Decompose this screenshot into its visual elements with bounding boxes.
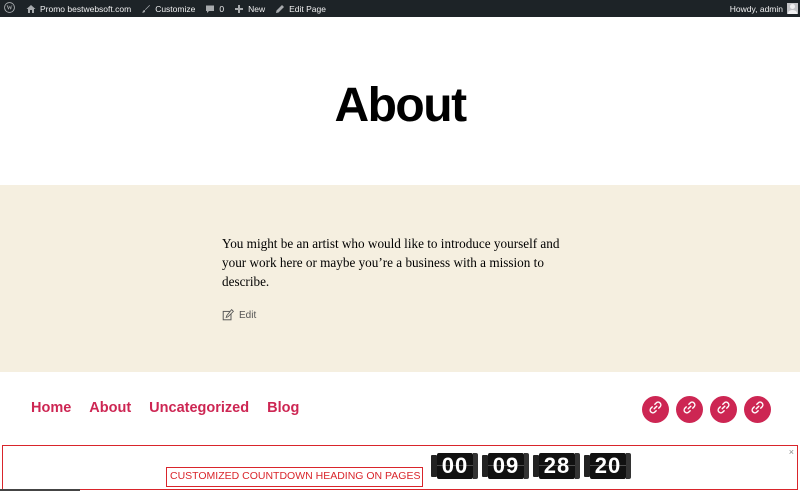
comment-icon <box>205 4 215 14</box>
countdown-hours: 09 <box>482 453 529 479</box>
social-link-3[interactable] <box>710 396 737 423</box>
social-menu <box>642 396 771 423</box>
comments-menu[interactable]: 0 <box>200 0 229 17</box>
edit-post-link[interactable]: Edit <box>222 309 256 321</box>
countdown-seconds-value: 20 <box>590 453 626 479</box>
edit-icon <box>222 309 234 321</box>
footer-nav-uncategorized[interactable]: Uncategorized <box>149 400 249 416</box>
customize-menu[interactable]: Customize <box>136 0 200 17</box>
wordpress-logo-menu[interactable]: W <box>0 0 21 17</box>
edit-page-menu[interactable]: Edit Page <box>270 0 331 17</box>
flip-shadow <box>524 453 529 479</box>
countdown-minutes: 28 <box>533 453 580 479</box>
admin-bar: W Promo bestwebsoft.com Customize 0 New … <box>0 0 800 17</box>
countdown-days-value: 00 <box>437 453 473 479</box>
countdown-bar: × CUSTOMIZED COUNTDOWN HEADING ON PAGES … <box>2 445 798 490</box>
svg-text:W: W <box>6 6 12 12</box>
avatar <box>787 3 798 14</box>
countdown-hours-value: 09 <box>488 453 524 479</box>
divider <box>0 489 80 491</box>
my-account-menu[interactable]: Howdy, admin <box>725 0 800 17</box>
close-icon[interactable]: × <box>789 447 794 457</box>
countdown-seconds: 20 <box>584 453 631 479</box>
edit-page-label: Edit Page <box>289 3 326 14</box>
site-name-label: Promo bestwebsoft.com <box>40 3 132 14</box>
social-link-4[interactable] <box>744 396 771 423</box>
flip-shadow <box>575 453 580 479</box>
flip-shadow <box>626 453 631 479</box>
social-link-1[interactable] <box>642 396 669 423</box>
home-icon <box>26 4 36 14</box>
wordpress-icon: W <box>4 2 15 15</box>
footer-nav-blog[interactable]: Blog <box>267 400 299 416</box>
footer-menu: Home About Uncategorized Blog <box>31 400 299 416</box>
footer-nav-about[interactable]: About <box>89 400 131 416</box>
link-icon <box>649 400 662 419</box>
countdown-heading: CUSTOMIZED COUNTDOWN HEADING ON PAGES <box>166 467 424 487</box>
countdown-minutes-value: 28 <box>539 453 575 479</box>
comments-count: 0 <box>219 3 225 14</box>
new-content-menu[interactable]: New <box>229 0 270 17</box>
new-label: New <box>248 3 266 14</box>
content-section: You might be an artist who would like to… <box>0 185 800 372</box>
plus-icon <box>234 4 244 14</box>
countdown-timer: 00 09 28 20 <box>431 453 631 479</box>
howdy-label: Howdy, admin <box>729 3 783 14</box>
footer-nav-home[interactable]: Home <box>31 400 71 416</box>
brush-icon <box>141 4 151 14</box>
link-icon <box>683 400 696 419</box>
link-icon <box>751 400 764 419</box>
social-link-2[interactable] <box>676 396 703 423</box>
edit-label: Edit <box>239 309 257 321</box>
flip-shadow <box>473 453 478 479</box>
page-title: About <box>334 79 467 132</box>
intro-paragraph: You might be an artist who would like to… <box>222 236 560 289</box>
link-icon <box>717 400 730 419</box>
pencil-icon <box>275 4 285 14</box>
site-name-menu[interactable]: Promo bestwebsoft.com <box>21 0 136 17</box>
countdown-days: 00 <box>431 453 478 479</box>
customize-label: Customize <box>155 3 196 14</box>
